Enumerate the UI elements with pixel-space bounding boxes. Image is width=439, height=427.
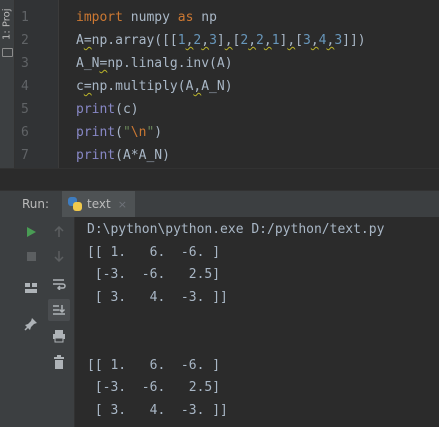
stop-button[interactable]: [20, 245, 42, 267]
pin-tab-button[interactable]: [20, 313, 42, 335]
print-button[interactable]: [48, 325, 70, 347]
stop-icon: [26, 251, 36, 261]
folder-icon: [2, 48, 13, 57]
line-number: 1: [21, 10, 29, 25]
code-token: numpy: [122, 10, 178, 25]
play-icon: [27, 227, 36, 237]
scroll-to-end-icon: [53, 305, 66, 315]
line-number: 7: [21, 148, 29, 163]
console-output: D:\python\python.exe D:/python/text.py [[…: [87, 219, 384, 422]
close-tab-icon[interactable]: ×: [118, 198, 127, 211]
code-token: 1: [177, 33, 186, 48]
code-token: ]]): [342, 33, 366, 48]
code-token: print: [76, 125, 116, 140]
scroll-to-end-button[interactable]: [48, 299, 70, 321]
python-icon: [68, 197, 82, 211]
restore-layout-button[interactable]: [20, 277, 42, 299]
soft-wrap-button[interactable]: [48, 273, 70, 295]
code-lines[interactable]: import numpy as np A=np.array([[1,2,3],[2…: [76, 6, 366, 167]
line-number: 6: [21, 125, 29, 140]
code-token: 3: [334, 33, 343, 48]
code-editor[interactable]: import numpy as np A=np.array([[1,2,3],[2…: [59, 0, 439, 168]
code-token: print: [76, 148, 116, 163]
code-token: ,: [201, 33, 210, 48]
line-number: 5: [21, 102, 29, 117]
project-tool-button[interactable]: 1: Proj: [0, 2, 14, 46]
line-number: 4: [21, 79, 29, 94]
console-output-line: [-3. -6. 2.5]: [87, 380, 221, 396]
line-numbers: 1 2 3 4 5 6 7: [15, 6, 58, 167]
editor-gutter: 1 2 3 4 5 6 7: [15, 0, 58, 168]
soft-wrap-icon: [53, 279, 66, 290]
printer-icon: [53, 330, 65, 343]
code-line[interactable]: print(A*A_N): [76, 144, 366, 167]
panel-splitter[interactable]: [0, 168, 439, 191]
code-token: ,: [263, 33, 272, 48]
scroll-up-button[interactable]: [48, 221, 70, 243]
code-token: ,: [248, 33, 257, 48]
code-token: [: [295, 33, 303, 48]
clear-all-button[interactable]: [48, 351, 70, 373]
code-token: np: [193, 10, 217, 25]
code-line[interactable]: A_N=np.linalg.inv(A): [76, 52, 366, 75]
rerun-button[interactable]: [20, 221, 42, 243]
code-token: np.linalg.inv(A): [107, 56, 233, 71]
run-label: Run:: [22, 197, 50, 211]
code-token: ,: [310, 33, 319, 48]
console-output-line: [[ 1. 6. -6. ]: [87, 357, 221, 373]
code-token: (: [115, 125, 123, 140]
line-number: 3: [21, 56, 29, 71]
code-token: A: [76, 33, 84, 48]
run-toolbar: [0, 217, 75, 427]
arrow-up-icon: [54, 226, 64, 237]
run-panel-header: Run: text ×: [0, 190, 439, 218]
layout-icon: [25, 283, 37, 293]
code-token: 3: [303, 33, 311, 48]
code-token: \n: [130, 125, 147, 140]
code-line[interactable]: print(c): [76, 98, 366, 121]
code-token: np.array([[: [91, 33, 178, 48]
trash-icon: [54, 355, 64, 369]
code-token: as: [177, 10, 194, 25]
code-token: 1: [271, 33, 280, 48]
code-token: ,: [287, 33, 296, 48]
code-line[interactable]: A=np.array([[1,2,3],[2,2,1],[3,4,3]]): [76, 29, 366, 52]
run-tab-label: text: [87, 197, 111, 211]
console-output-line: [[ 1. 6. -6. ]: [87, 244, 221, 260]
code-token: A_N): [201, 79, 233, 94]
console-output-line: [ 3. 4. -3. ]]: [87, 402, 228, 418]
code-token: (c): [115, 102, 139, 117]
code-token: A_N: [76, 56, 100, 71]
code-token: print: [76, 102, 116, 117]
code-token: (A*A_N): [115, 148, 170, 163]
console-command-line: D:\python\python.exe D:/python/text.py: [87, 222, 385, 237]
code-token: ": [122, 125, 131, 140]
pin-icon: [24, 318, 37, 331]
run-console[interactable]: D:\python\python.exe D:/python/text.py [[…: [75, 217, 439, 427]
code-token: ): [154, 125, 163, 140]
code-token: ]: [216, 33, 225, 48]
code-token: 3: [209, 33, 217, 48]
project-tool-strip: 1: Proj: [0, 0, 15, 188]
code-line[interactable]: c=np.multiply(A,A_N): [76, 75, 366, 98]
run-tab-text[interactable]: text ×: [62, 191, 135, 217]
code-token: =: [83, 79, 92, 94]
line-number: 2: [21, 33, 29, 48]
arrow-down-icon: [54, 251, 64, 262]
code-token: import: [76, 10, 123, 25]
code-token: c: [76, 79, 84, 94]
scroll-down-button[interactable]: [48, 245, 70, 267]
code-token: np.multiply(A: [91, 79, 194, 94]
code-token: =: [83, 33, 92, 48]
code-line[interactable]: import numpy as np: [76, 6, 366, 29]
code-token: 2: [256, 33, 264, 48]
console-output-line: [-3. -6. 2.5]: [87, 267, 221, 283]
code-token: ,: [224, 33, 233, 48]
console-output-line: [ 3. 4. -3. ]]: [87, 289, 228, 305]
code-line[interactable]: print("\n"): [76, 121, 366, 144]
